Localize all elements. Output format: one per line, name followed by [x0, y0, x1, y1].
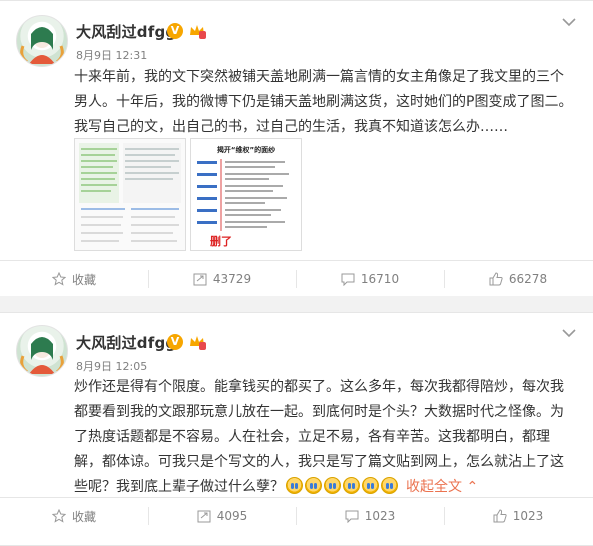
verified-v-icon: V: [167, 334, 183, 350]
collect-button[interactable]: 收藏: [0, 498, 148, 534]
like-button[interactable]: 1023: [444, 498, 592, 534]
comment-button[interactable]: 16710: [296, 261, 444, 297]
repost-button[interactable]: 43729: [148, 261, 296, 297]
collapse-full-text-link[interactable]: 收起全文 ⌃: [406, 479, 478, 495]
star-icon: [51, 272, 66, 286]
post-timestamp[interactable]: 8月9日 12:31: [76, 47, 147, 63]
post-image-2[interactable]: 揭开“维权”的面纱 删了: [190, 138, 302, 251]
chevron-down-icon[interactable]: [562, 17, 576, 27]
weibo-post-card: 大风刮过dfgg V 8月9日 12:05 炒作还是得有个限度。能拿钱买的都买了…: [0, 312, 593, 546]
post-body-text: 十来年前，我的文下突然被铺天盖地刷满一篇言情的女主角像足了我文里的三个男人。十年…: [74, 69, 573, 135]
crying-emoji-icon: [381, 477, 398, 494]
crying-emoji-icon: [286, 477, 303, 494]
thumbs-up-icon: [489, 272, 503, 286]
repost-icon: [193, 273, 207, 286]
like-button[interactable]: 66278: [444, 261, 592, 297]
screenshot-comparison-image-icon: [75, 139, 185, 250]
verified-v-icon: V: [167, 23, 183, 39]
weibo-post-card: 大风刮过dfgg V 8月9日 12:31 十来年前，我的文下突然被铺天盖地刷满…: [0, 0, 593, 298]
like-count: 66278: [508, 272, 548, 286]
post-action-bar: 收藏 4095 1023 1023: [0, 498, 593, 534]
repost-count: 43729: [212, 272, 252, 286]
vip-level-icon: [190, 336, 206, 350]
collect-button[interactable]: 收藏: [0, 261, 148, 297]
repost-button[interactable]: 4095: [148, 498, 296, 534]
thumbs-up-icon: [493, 509, 507, 523]
avatar-illustration-icon: [20, 27, 64, 64]
crying-emoji-icon: [362, 477, 379, 494]
post-body-text: 炒作还是得有个限度。能拿钱买的都买了。这么多年，每次我都得陪炒，每次我都要看到我…: [74, 375, 574, 500]
post-action-bar: 收藏 43729 16710 66278: [0, 261, 593, 297]
post-timestamp[interactable]: 8月9日 12:05: [76, 358, 147, 374]
comment-button[interactable]: 1023: [296, 498, 444, 534]
crying-emoji-icon: [324, 477, 341, 494]
infographic-title: 揭开“维权”的面纱: [217, 145, 275, 154]
username[interactable]: 大风刮过dfgg: [76, 21, 176, 42]
comment-icon: [345, 510, 359, 523]
avatar-illustration-icon: [20, 337, 64, 374]
user-avatar[interactable]: [16, 15, 68, 67]
user-avatar[interactable]: [16, 325, 68, 377]
star-icon: [51, 509, 66, 523]
repost-count: 4095: [216, 509, 248, 523]
feed-gap: [0, 296, 593, 312]
username[interactable]: 大风刮过dfgg: [76, 332, 176, 353]
collect-label: 收藏: [71, 509, 96, 524]
infographic-stamp: 删了: [210, 234, 232, 248]
crying-emoji-icon: [305, 477, 322, 494]
crying-emoji-group: [286, 477, 398, 494]
chevron-up-icon: ⌃: [466, 479, 479, 495]
collect-label: 收藏: [71, 272, 96, 287]
like-count: 1023: [512, 509, 544, 523]
comment-count: 16710: [360, 272, 400, 286]
comment-icon: [341, 273, 355, 286]
vip-level-icon: [190, 25, 206, 39]
chevron-down-icon[interactable]: [562, 328, 576, 338]
comment-count: 1023: [364, 509, 396, 523]
collapse-label: 收起全文: [406, 479, 462, 495]
crying-emoji-icon: [343, 477, 360, 494]
repost-icon: [197, 510, 211, 523]
timeline-infographic-image-icon: 揭开“维权”的面纱 删了: [191, 139, 301, 250]
post-image-1[interactable]: [74, 138, 186, 251]
